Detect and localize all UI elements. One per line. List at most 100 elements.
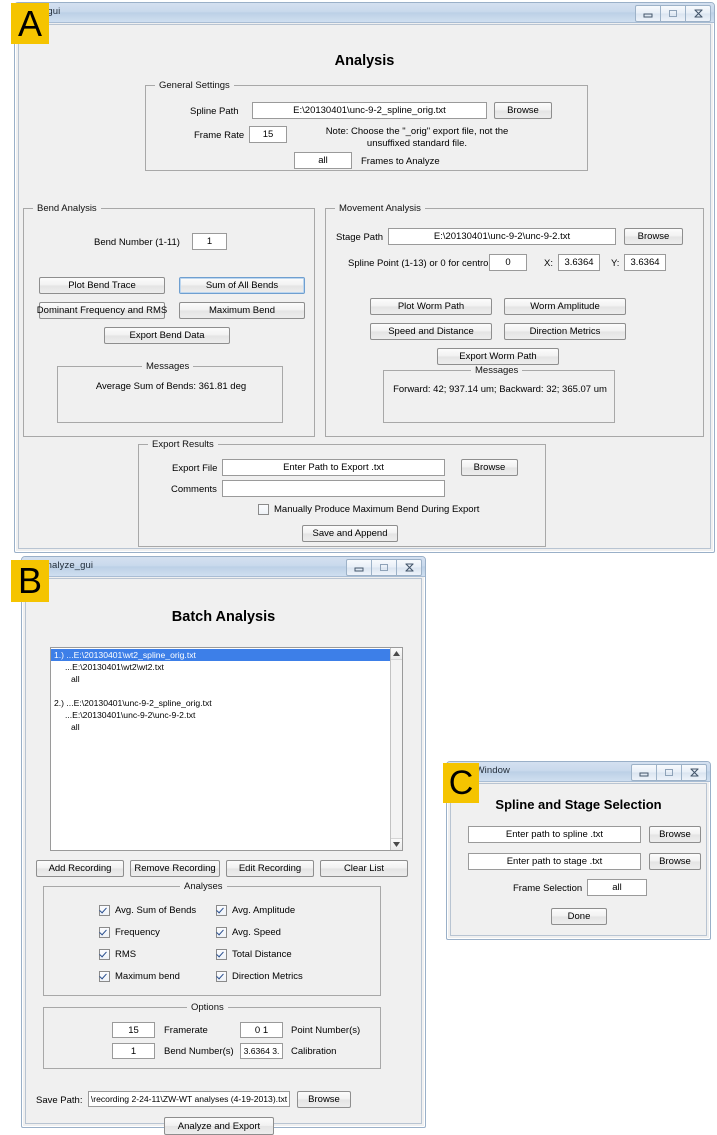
maximize-icon[interactable] bbox=[656, 764, 682, 781]
frames-to-analyze-label: Frames to Analyze bbox=[361, 156, 440, 167]
edit-recording-button[interactable]: Edit Recording bbox=[226, 860, 314, 877]
manual-max-bend-label: Manually Produce Maximum Bend During Exp… bbox=[274, 504, 480, 515]
maximize-icon[interactable] bbox=[660, 5, 686, 22]
maximize-icon[interactable] bbox=[371, 559, 397, 576]
spline-point-input[interactable]: 0 bbox=[489, 254, 527, 271]
scroll-up-icon[interactable] bbox=[391, 648, 402, 660]
recordings-list: 1.) ...E:\20130401\wt2_spline_orig.txt..… bbox=[51, 649, 390, 733]
list-item[interactable]: all bbox=[51, 673, 390, 685]
analysis-checkbox-label: Avg. Sum of Bends bbox=[115, 905, 197, 916]
stage-path-input[interactable]: E:\20130401\unc-9-2\unc-9-2.txt bbox=[388, 228, 616, 245]
list-item[interactable]: 1.) ...E:\20130401\wt2_spline_orig.txt bbox=[51, 649, 390, 661]
frame-rate-input[interactable]: 15 bbox=[249, 126, 287, 143]
plot-worm-path-button[interactable]: Plot Worm Path bbox=[370, 298, 492, 315]
spline-path-input[interactable]: E:\20130401\unc-9-2_spline_orig.txt bbox=[252, 102, 487, 119]
done-button[interactable]: Done bbox=[551, 908, 607, 925]
save-path-label: Save Path: bbox=[36, 1095, 83, 1106]
select-window-controls bbox=[631, 764, 707, 781]
manual-max-bend-checkbox[interactable]: Manually Produce Maximum Bend During Exp… bbox=[258, 504, 479, 515]
movement-messages-legend: Messages bbox=[471, 365, 523, 376]
analysis-checkbox[interactable]: Frequency bbox=[99, 927, 160, 938]
worm-amplitude-button[interactable]: Worm Amplitude bbox=[504, 298, 626, 315]
framerate-input[interactable]: 15 bbox=[112, 1022, 155, 1038]
analysis-window: lysis_gui Analysis General Settings Spli… bbox=[14, 2, 715, 553]
analysis-checkbox[interactable]: Direction Metrics bbox=[216, 971, 303, 982]
plot-bend-trace-button[interactable]: Plot Bend Trace bbox=[39, 277, 165, 294]
select-page-title: Spline and Stage Selection bbox=[495, 797, 662, 812]
analysis-checkbox-label: Frequency bbox=[115, 927, 160, 938]
spline-path-browse-button[interactable]: Browse bbox=[494, 102, 552, 119]
analysis-checkbox[interactable]: Avg. Amplitude bbox=[216, 905, 295, 916]
add-recording-button[interactable]: Add Recording bbox=[36, 860, 124, 877]
checkbox-box bbox=[216, 949, 227, 960]
close-icon[interactable] bbox=[685, 5, 711, 22]
export-bend-data-button[interactable]: Export Bend Data bbox=[104, 327, 230, 344]
list-item[interactable]: ...E:\20130401\unc-9-2\unc-9-2.txt bbox=[51, 709, 390, 721]
save-path-input[interactable]: \recording 2-24-11\ZW-WT analyses (4-19-… bbox=[88, 1091, 290, 1107]
export-file-input[interactable]: Enter Path to Export .txt bbox=[222, 459, 445, 476]
close-icon[interactable] bbox=[681, 764, 707, 781]
bend-numbers-input[interactable]: 1 bbox=[112, 1043, 155, 1059]
comments-input[interactable] bbox=[222, 480, 445, 497]
y-coordinate-input[interactable]: 3.6364 bbox=[624, 254, 666, 271]
x-coordinate-input[interactable]: 3.6364 bbox=[558, 254, 600, 271]
list-item[interactable]: 2.) ...E:\20130401\unc-9-2_spline_orig.t… bbox=[51, 697, 390, 709]
spline-txt-browse-button[interactable]: Browse bbox=[649, 826, 701, 843]
save-and-append-button[interactable]: Save and Append bbox=[302, 525, 398, 542]
analysis-checkbox[interactable]: Total Distance bbox=[216, 949, 292, 960]
batch-analysis-window: chAnalyze_gui Batch Analysis 1.) ...E:\2… bbox=[21, 556, 426, 1135]
recordings-scrollbar[interactable] bbox=[390, 648, 402, 850]
stage-path-browse-button[interactable]: Browse bbox=[624, 228, 683, 245]
export-results-legend: Export Results bbox=[148, 439, 218, 450]
recordings-listbox[interactable]: 1.) ...E:\20130401\wt2_spline_orig.txt..… bbox=[50, 647, 403, 851]
frame-rate-label: Frame Rate bbox=[194, 130, 245, 141]
bend-number-input[interactable]: 1 bbox=[192, 233, 227, 250]
close-icon[interactable] bbox=[396, 559, 422, 576]
select-titlebar[interactable]: electWindow bbox=[447, 762, 710, 782]
bend-messages-text: Average Sum of Bends: 361.81 deg bbox=[95, 381, 247, 392]
export-file-browse-button[interactable]: Browse bbox=[461, 459, 518, 476]
dominant-frequency-rms-button[interactable]: Dominant Frequency and RMS bbox=[37, 302, 167, 319]
frame-selection-input[interactable]: all bbox=[587, 879, 647, 896]
export-worm-path-button[interactable]: Export Worm Path bbox=[437, 348, 559, 365]
remove-recording-button[interactable]: Remove Recording bbox=[130, 860, 220, 877]
analysis-checkbox-label: Direction Metrics bbox=[232, 971, 303, 982]
analysis-titlebar[interactable]: lysis_gui bbox=[15, 3, 714, 23]
analysis-checkbox-label: Avg. Speed bbox=[232, 927, 281, 938]
scroll-down-icon[interactable] bbox=[391, 838, 402, 850]
batch-window-controls bbox=[346, 559, 422, 576]
batch-page-title: Batch Analysis bbox=[171, 609, 276, 625]
point-numbers-label: Point Number(s) bbox=[291, 1025, 361, 1036]
minimize-icon[interactable] bbox=[631, 764, 657, 781]
analysis-checkbox-label: RMS bbox=[115, 949, 137, 960]
batch-titlebar[interactable]: chAnalyze_gui bbox=[22, 557, 425, 577]
direction-metrics-button[interactable]: Direction Metrics bbox=[504, 323, 626, 340]
minimize-icon[interactable] bbox=[346, 559, 372, 576]
bend-analysis-legend: Bend Analysis bbox=[33, 203, 101, 214]
stage-txt-input[interactable]: Enter path to stage .txt bbox=[468, 853, 641, 870]
analysis-checkbox[interactable]: Avg. Sum of Bends bbox=[99, 905, 196, 916]
stage-txt-browse-button[interactable]: Browse bbox=[649, 853, 701, 870]
spline-txt-input[interactable]: Enter path to spline .txt bbox=[468, 826, 641, 843]
analysis-checkbox[interactable]: Maximum bend bbox=[99, 971, 180, 982]
clear-list-button[interactable]: Clear List bbox=[320, 860, 408, 877]
sum-of-all-bends-button[interactable]: Sum of All Bends bbox=[179, 277, 305, 294]
list-item[interactable]: ...E:\20130401\wt2\wt2.txt bbox=[51, 661, 390, 673]
bend-messages-panel: Messages Average Sum of Bends: 361.81 de… bbox=[57, 361, 283, 423]
list-item[interactable] bbox=[51, 685, 390, 697]
maximum-bend-button[interactable]: Maximum Bend bbox=[179, 302, 305, 319]
bend-number-label: Bend Number (1-11) bbox=[94, 237, 180, 248]
movement-messages-panel: Messages Forward: 42; 937.14 um; Backwar… bbox=[383, 365, 615, 423]
select-window: electWindow Spline and Stage Selection E… bbox=[446, 761, 711, 940]
calibration-input[interactable]: 3.6364 3. bbox=[240, 1043, 283, 1059]
save-path-browse-button[interactable]: Browse bbox=[297, 1091, 351, 1108]
frames-to-analyze-input[interactable]: all bbox=[294, 152, 352, 169]
minimize-icon[interactable] bbox=[635, 5, 661, 22]
analysis-checkbox[interactable]: RMS bbox=[99, 949, 136, 960]
analysis-checkbox[interactable]: Avg. Speed bbox=[216, 927, 281, 938]
speed-and-distance-button[interactable]: Speed and Distance bbox=[370, 323, 492, 340]
list-item[interactable]: all bbox=[51, 721, 390, 733]
point-numbers-input[interactable]: 0 1 bbox=[240, 1022, 283, 1038]
analyze-and-export-button[interactable]: Analyze and Export bbox=[164, 1117, 274, 1135]
y-coordinate-label: Y: bbox=[611, 258, 620, 269]
